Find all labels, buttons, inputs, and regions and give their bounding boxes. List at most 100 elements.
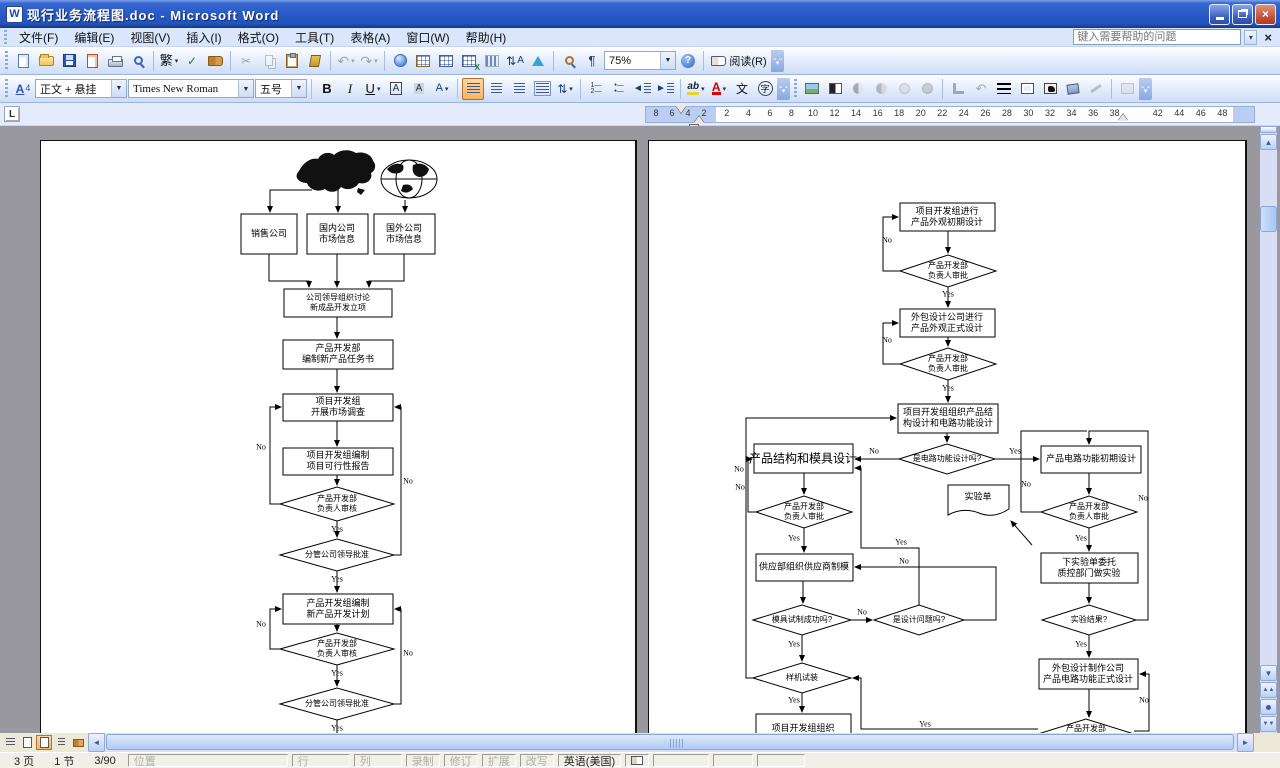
align-right-button[interactable] xyxy=(508,78,530,100)
char-shading-button[interactable]: A xyxy=(408,78,430,100)
increase-indent-button[interactable]: ► xyxy=(654,78,676,100)
web-layout-button[interactable] xyxy=(19,735,35,750)
more-brightness-button[interactable] xyxy=(893,78,915,100)
close-button[interactable]: × xyxy=(1255,4,1276,25)
read-layout-button[interactable]: 阅读(R) xyxy=(708,50,770,72)
char-scale-button[interactable]: A▾ xyxy=(431,78,453,100)
status-language[interactable]: 英语(美国) xyxy=(558,754,621,767)
zoom-combo[interactable]: 75% ▼ xyxy=(604,51,676,70)
font-size-combo[interactable]: 五号 ▼ xyxy=(255,79,307,98)
toolbar-grip[interactable] xyxy=(5,79,8,99)
undo-button[interactable]: ↶▾ xyxy=(335,50,357,72)
permission-button[interactable] xyxy=(81,50,103,72)
text-wrapping-button[interactable] xyxy=(1039,78,1061,100)
more-contrast-button[interactable] xyxy=(847,78,869,100)
next-page-button[interactable]: ▼▼ xyxy=(1260,716,1277,732)
horizontal-scroll-thumb[interactable] xyxy=(106,734,1234,750)
save-button[interactable] xyxy=(58,50,80,72)
line-spacing-button[interactable]: ⇅▾ xyxy=(554,78,576,100)
status-track-changes[interactable]: 修订 xyxy=(444,754,478,767)
reset-picture-button[interactable] xyxy=(1116,78,1138,100)
picture-color-button[interactable] xyxy=(824,78,846,100)
italic-button[interactable]: I xyxy=(339,78,361,100)
cut-button[interactable]: ✂ xyxy=(235,50,257,72)
paste-button[interactable] xyxy=(281,50,303,72)
style-dropdown-icon[interactable]: ▼ xyxy=(111,80,126,97)
text-direction-button[interactable]: ⇅A xyxy=(504,50,526,72)
select-browse-object-button[interactable] xyxy=(1260,699,1277,715)
copy-button[interactable] xyxy=(258,50,280,72)
spelling-button[interactable]: ✓ xyxy=(181,50,203,72)
tab-stop-selector[interactable]: L xyxy=(4,106,20,122)
font-combo[interactable]: Times New Roman ▼ xyxy=(128,79,254,98)
font-color-button[interactable]: A▾ xyxy=(708,78,730,100)
vertical-scrollbar[interactable]: ▲ ▼ ▲▲ ▼▼ xyxy=(1260,126,1277,733)
minimize-button[interactable] xyxy=(1209,4,1230,25)
print-button[interactable] xyxy=(104,50,126,72)
enclose-char-button[interactable]: 字 xyxy=(754,78,776,100)
document-page-right[interactable]: 项目开发组进行 产品外观初期设计 外包设计公司进行 产品外观正式设计 项目开发组… xyxy=(648,140,1247,733)
justify-button[interactable] xyxy=(462,78,484,100)
columns-button[interactable] xyxy=(481,50,503,72)
less-brightness-button[interactable] xyxy=(916,78,938,100)
restore-button[interactable] xyxy=(1232,4,1253,25)
zoom-dropdown-icon[interactable]: ▼ xyxy=(660,52,675,69)
menubar-grip[interactable] xyxy=(4,30,7,44)
less-contrast-button[interactable] xyxy=(870,78,892,100)
first-line-indent-marker[interactable] xyxy=(676,106,686,113)
redo-button[interactable]: ↷▾ xyxy=(358,50,380,72)
rotate-left-button[interactable]: ↶ xyxy=(970,78,992,100)
split-handle[interactable] xyxy=(1260,126,1277,133)
format-picture-button[interactable] xyxy=(1062,78,1084,100)
font-size-dropdown-icon[interactable]: ▼ xyxy=(291,80,306,97)
center-button[interactable] xyxy=(485,78,507,100)
scroll-right-button[interactable]: ► xyxy=(1237,733,1254,752)
menu-help[interactable]: 帮助(H) xyxy=(458,28,515,47)
previous-page-button[interactable]: ▲▲ xyxy=(1260,682,1277,698)
scroll-left-button[interactable]: ◄ xyxy=(88,733,105,752)
compress-pictures-button[interactable] xyxy=(1016,78,1038,100)
help-button[interactable]: ? xyxy=(677,50,699,72)
menu-view[interactable]: 视图(V) xyxy=(122,28,178,47)
reading-layout-button[interactable] xyxy=(70,735,86,750)
picture-toolbar-grip[interactable] xyxy=(794,79,797,99)
status-extend-selection[interactable]: 扩展 xyxy=(482,754,516,767)
phonetic-guide-button[interactable]: 文 xyxy=(731,78,753,100)
toolbar-grip[interactable] xyxy=(5,51,8,71)
drawing-button[interactable] xyxy=(527,50,549,72)
vertical-scroll-thumb[interactable] xyxy=(1260,206,1277,232)
bullets-button[interactable]: •—•— xyxy=(608,78,630,100)
decrease-indent-button[interactable]: ◄ xyxy=(631,78,653,100)
open-button[interactable] xyxy=(35,50,57,72)
insert-hyperlink-button[interactable] xyxy=(389,50,411,72)
document-close-button[interactable]: × xyxy=(1260,30,1276,45)
new-document-button[interactable] xyxy=(12,50,34,72)
help-question-input[interactable] xyxy=(1073,29,1241,45)
bold-button[interactable]: B xyxy=(316,78,338,100)
styles-pane-button[interactable]: A4 xyxy=(12,78,34,100)
menu-window[interactable]: 窗口(W) xyxy=(398,28,457,47)
outline-view-button[interactable] xyxy=(53,735,69,750)
toolbar-options-button[interactable]: ⌄⌄▾ xyxy=(777,78,790,100)
right-indent-marker[interactable] xyxy=(1118,114,1128,121)
menu-edit[interactable]: 编辑(E) xyxy=(66,28,122,47)
menu-tools[interactable]: 工具(T) xyxy=(287,28,342,47)
hanging-indent-marker[interactable] xyxy=(694,116,704,123)
scroll-up-button[interactable]: ▲ xyxy=(1260,134,1277,150)
normal-view-button[interactable] xyxy=(2,735,18,750)
show-hide-button[interactable]: ¶ xyxy=(581,50,603,72)
toolbar-options-button[interactable]: ⌄⌄▾ xyxy=(1139,78,1152,100)
status-overtype[interactable]: 改写 xyxy=(520,754,554,767)
font-dropdown-icon[interactable]: ▼ xyxy=(238,80,253,97)
print-layout-button[interactable] xyxy=(36,735,52,750)
menu-file[interactable]: 文件(F) xyxy=(11,28,66,47)
highlight-button[interactable]: ab▾ xyxy=(685,78,707,100)
menu-insert[interactable]: 插入(I) xyxy=(178,28,229,47)
tables-borders-button[interactable] xyxy=(412,50,434,72)
insert-excel-button[interactable]: X xyxy=(458,50,480,72)
numbering-button[interactable]: 1—2— xyxy=(585,78,607,100)
document-page-left[interactable]: 销售公司 国内公司 市场信息 国外公司 市场信息 公司领导组织讨论 新成品开发立… xyxy=(40,140,637,733)
status-record-macro[interactable]: 录制 xyxy=(406,754,440,767)
toolbar-options-button[interactable]: ⌄⌄▾ xyxy=(771,50,784,72)
underline-button[interactable]: U▾ xyxy=(362,78,384,100)
